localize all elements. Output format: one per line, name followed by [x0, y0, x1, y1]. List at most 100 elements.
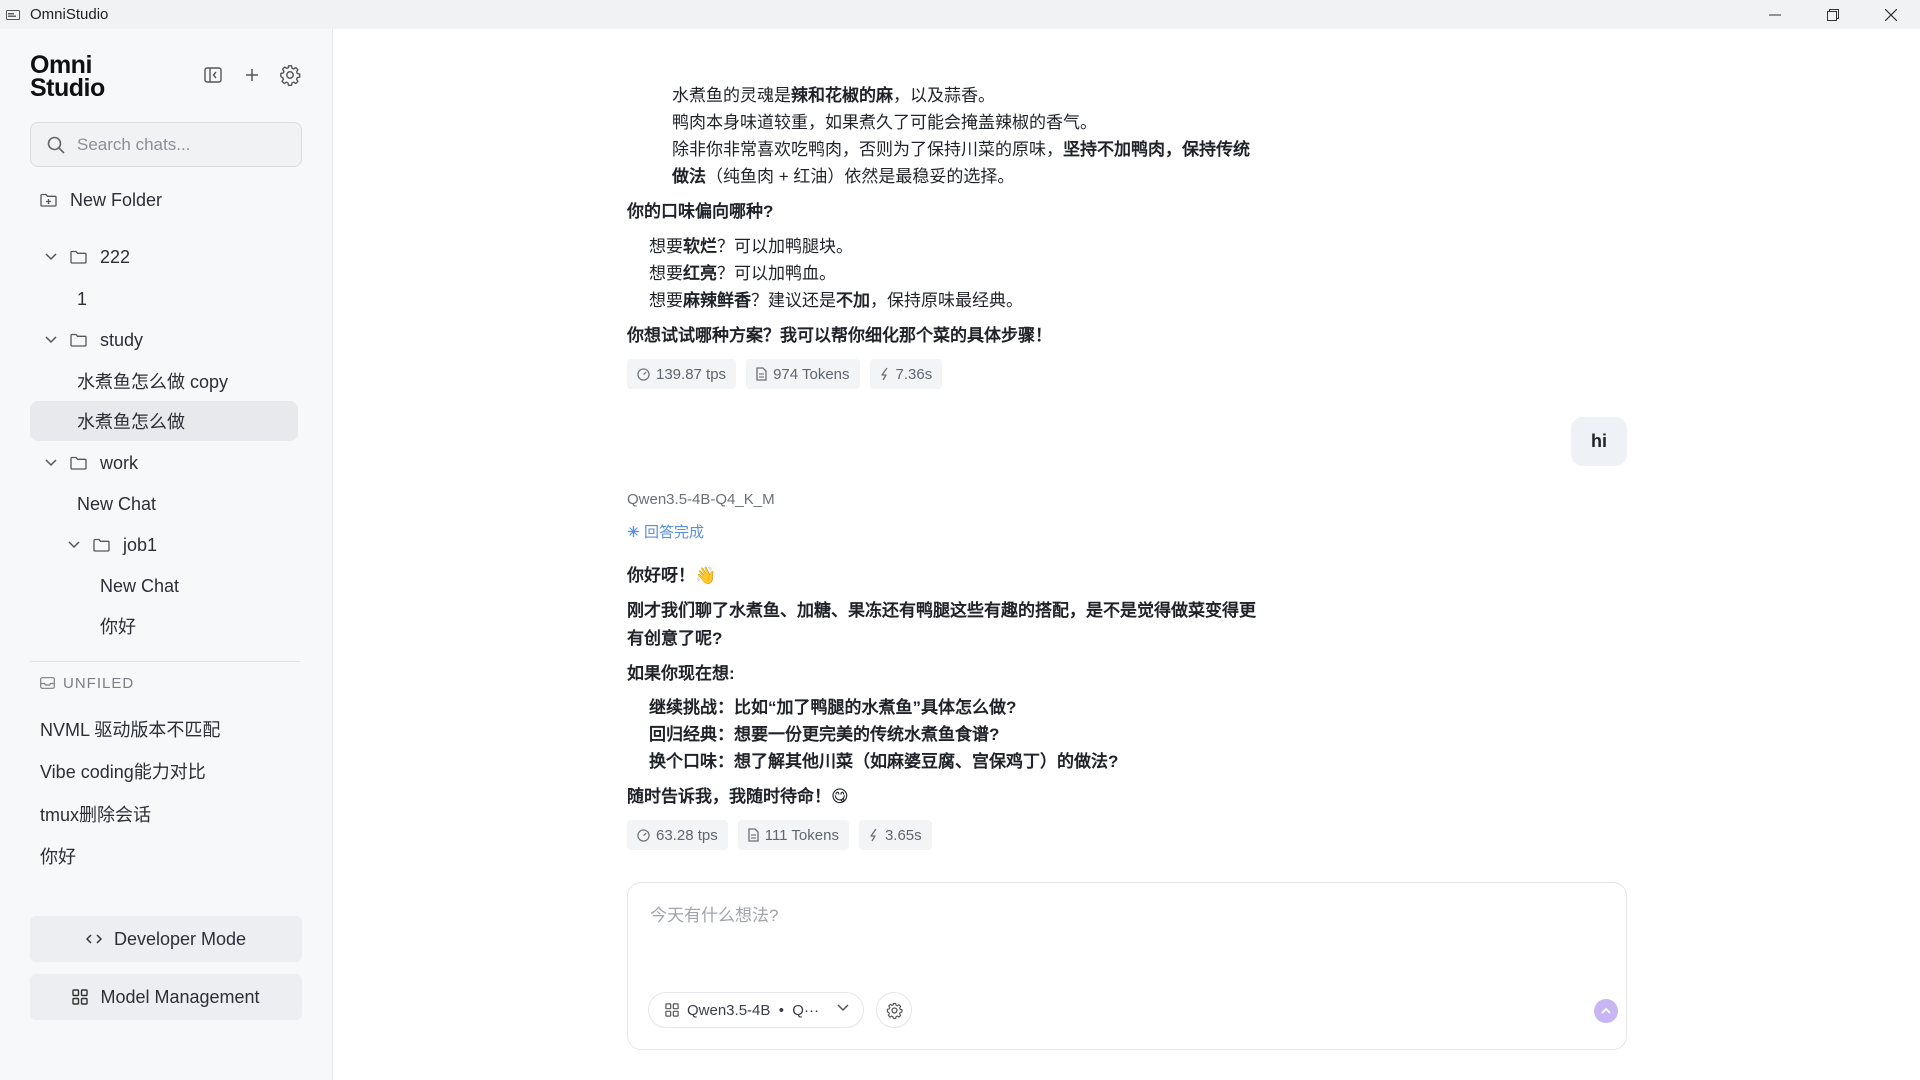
chat-area: 水煮鱼的灵魂是辣和花椒的麻，以及蒜香。 鸭肉本身味道较重，如果煮久了可能会掩盖辣… [334, 29, 1920, 1080]
chevron-down-icon [67, 538, 81, 552]
chat-item-job1-new-chat[interactable]: New Chat [100, 566, 179, 606]
folder-icon [70, 333, 88, 348]
document-icon [756, 367, 767, 381]
folder-work[interactable]: work [44, 443, 138, 483]
folder-icon [70, 456, 88, 471]
chat-item-label: NVML 驱动版本不匹配 [40, 720, 221, 740]
chat-item-job1-hello[interactable]: 你好 [100, 606, 136, 646]
app-logo: Omni Studio [30, 53, 105, 101]
lightning-icon [880, 367, 890, 381]
window-title: OmniStudio [30, 6, 109, 23]
text: 想要 [649, 291, 683, 310]
bold-text: 回归经典 [649, 725, 717, 744]
minimize-icon [1769, 14, 1781, 15]
tps-stat: 139.87 tps [627, 359, 737, 389]
unfiled-chat-item[interactable]: tmux删除会话 [40, 796, 151, 832]
chat-item-1[interactable]: 1 [77, 279, 87, 319]
folder-label: work [100, 452, 139, 473]
code-icon [85, 932, 102, 946]
user-message-bubble: hi [1571, 417, 1627, 466]
restore-button[interactable] [1804, 0, 1862, 29]
tps-value: 139.87 tps [656, 365, 727, 383]
settings-button[interactable] [278, 63, 302, 87]
close-button[interactable] [1862, 0, 1920, 29]
chat-item-label: 水煮鱼怎么做 [77, 412, 185, 432]
text: ，以及蒜香。 [893, 86, 995, 105]
folder-icon [93, 538, 111, 553]
new-folder-button[interactable]: New Folder [40, 180, 162, 220]
folder-job1[interactable]: job1 [67, 525, 157, 565]
chat-item-label: 1 [77, 288, 88, 309]
chat-item-work-new-chat[interactable]: New Chat [77, 484, 156, 524]
folder-label: study [100, 329, 144, 350]
bold-text: 做法 [672, 167, 706, 186]
folder-plus-icon [40, 193, 58, 208]
lightning-icon [869, 828, 879, 842]
send-button[interactable] [1594, 999, 1618, 1023]
message-input[interactable] [648, 899, 1602, 963]
bold-text: 坚持不加鸭肉，保持传统 [1063, 140, 1250, 159]
developer-mode-button[interactable]: Developer Mode [30, 916, 302, 962]
bold-text: 红亮 [683, 264, 717, 283]
folder-icon [70, 250, 88, 265]
text: ：比如“加了鸭腿的水煮鱼”具体怎么做? [717, 698, 1017, 717]
sparkle-icon [627, 525, 640, 538]
time-value: 3.65s [884, 826, 922, 844]
unfiled-chat-item[interactable]: 你好 [40, 838, 76, 874]
grid-icon [665, 1003, 679, 1017]
new-chat-button[interactable] [240, 63, 264, 87]
search-box[interactable] [30, 122, 302, 167]
developer-mode-label: Developer Mode [113, 928, 247, 949]
title-bar: OmniStudio [0, 0, 1920, 29]
chat-item-study-selected[interactable]: 水煮鱼怎么做 [30, 401, 298, 441]
sidebar-toggle-icon [204, 67, 222, 83]
bold-text: 辣和花椒的麻 [791, 86, 893, 105]
new-folder-label: New Folder [70, 189, 163, 210]
reply-status[interactable]: 回答完成 [627, 521, 704, 542]
close-icon [1885, 8, 1897, 21]
message-line: 你想试试哪种方案？我可以帮你细化那个菜的具体步骤！ [627, 326, 1052, 345]
reply-line: 如果你现在想: [627, 664, 735, 683]
reply-line: 刚才我们聊了水煮鱼、加糖、果冻还有鸭腿这些有趣的搭配，是不是觉得做菜变得更 [627, 601, 1256, 620]
status-text: 回答完成 [644, 524, 705, 541]
plus-icon [246, 69, 258, 81]
model-management-label: Model Management [100, 986, 260, 1007]
chevron-down-icon [44, 456, 58, 470]
chat-item-label: tmux删除会话 [40, 805, 152, 825]
unfiled-chat-item[interactable]: NVML 驱动版本不匹配 [40, 711, 220, 747]
chat-item-label: 你好 [40, 847, 76, 867]
text: 水煮鱼的灵魂是 [672, 86, 791, 105]
toggle-sidebar-button[interactable] [201, 63, 225, 87]
user-message-text: hi [1591, 431, 1607, 451]
reply-bullet: 回归经典：想要一份更完美的传统水煮鱼食谱? [649, 721, 999, 748]
bullet-line: 想要软烂？可以加鸭腿块。 [649, 233, 853, 260]
chevron-down-icon [44, 250, 58, 264]
unfiled-chat-item[interactable]: Vibe coding能力对比 [40, 753, 206, 789]
message-line: 除非你非常喜欢吃鸭肉，否则为了保持川菜的原味，坚持不加鸭肉，保持传统 [672, 136, 1250, 163]
sidebar-divider [30, 661, 300, 662]
chat-item-label: 水煮鱼怎么做 copy [77, 372, 229, 392]
search-icon [47, 136, 65, 154]
chat-item-study-copy[interactable]: 水煮鱼怎么做 copy [77, 361, 228, 401]
composer-settings-button[interactable] [876, 992, 912, 1028]
model-management-button[interactable]: Model Management [30, 974, 302, 1020]
reply-bullet: 继续挑战：比如“加了鸭腿的水煮鱼”具体怎么做? [649, 694, 1016, 721]
unfiled-heading: UNFILED [40, 671, 134, 695]
folder-study[interactable]: study [44, 320, 143, 360]
tokens-stat: 111 Tokens [737, 820, 849, 850]
model-selector-label: Qwen3.5-4B • Q··· [687, 1001, 819, 1019]
bold-text: 不加 [836, 291, 870, 310]
message-line: 水煮鱼的灵魂是辣和花椒的麻，以及蒜香。 [672, 82, 995, 109]
model-selector[interactable]: Qwen3.5-4B • Q··· [648, 992, 864, 1028]
folder-222[interactable]: 222 [44, 237, 130, 277]
minimize-button[interactable] [1746, 0, 1804, 29]
chat-item-label: New Chat [77, 493, 157, 514]
inbox-icon [40, 677, 55, 689]
time-value: 7.36s [895, 365, 933, 383]
text: ：想要一份更完美的传统水煮鱼食谱? [717, 725, 1000, 744]
search-input[interactable] [75, 133, 299, 156]
bullet-line: 想要麻辣鲜香？建议还是不加，保持原味最经典。 [649, 287, 1023, 314]
text: 想要 [649, 264, 683, 283]
reply-greeting: 你好呀！👋 [627, 566, 717, 585]
text: 鸭肉本身味道较重，如果煮久了可能会掩盖辣椒的香气。 [672, 113, 1097, 132]
